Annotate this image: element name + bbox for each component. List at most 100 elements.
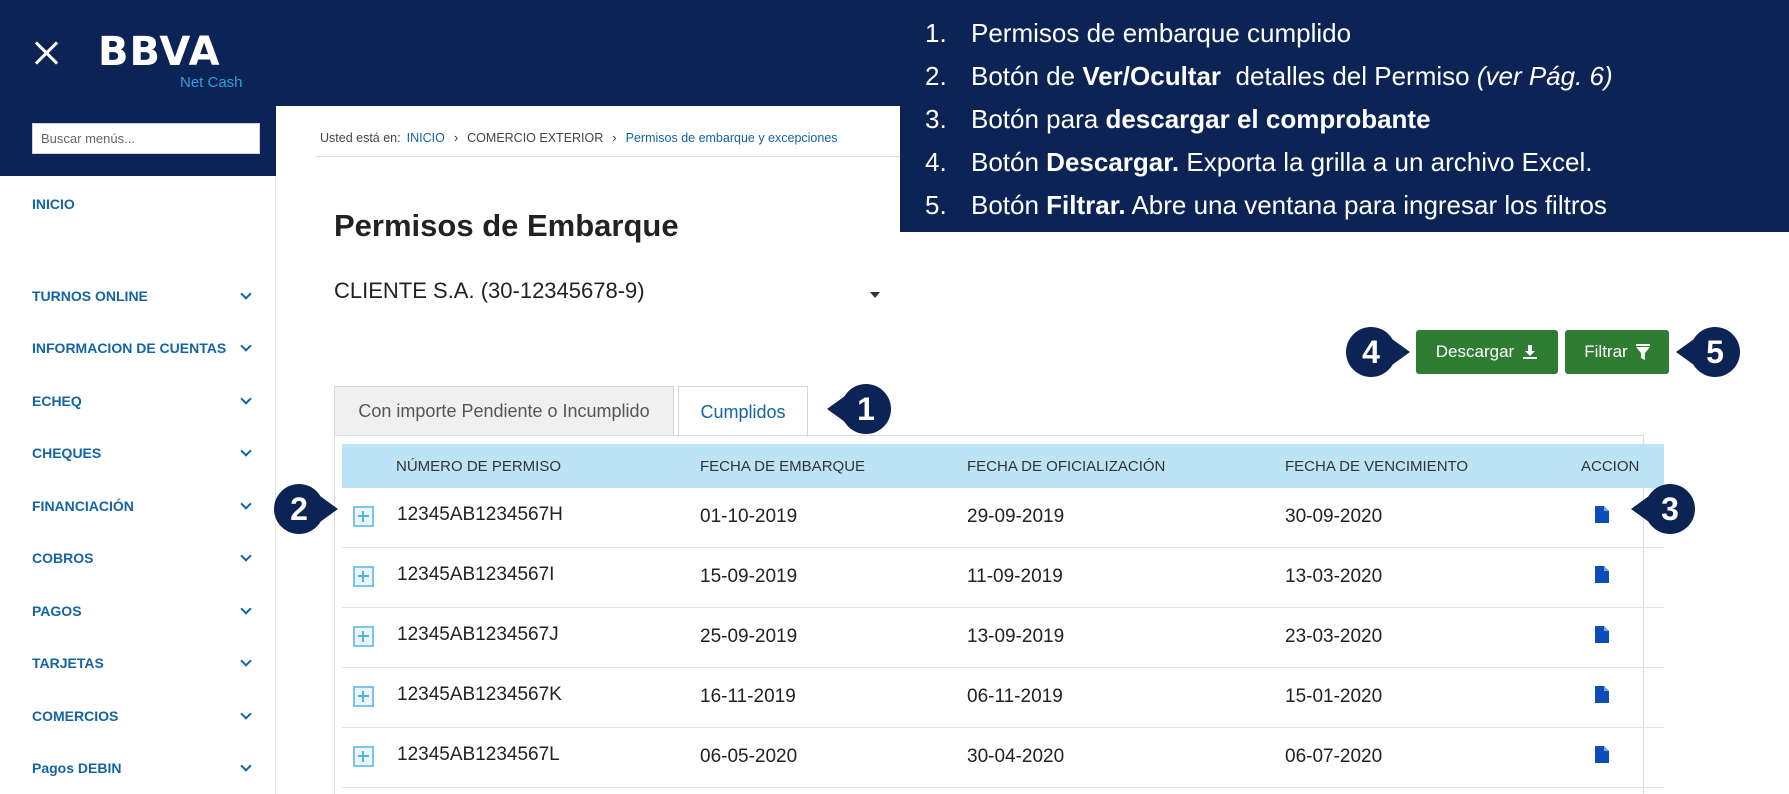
sidebar-item-label: ECHEQ	[32, 393, 82, 409]
shipment-date: 25-09-2019	[700, 626, 798, 647]
expand-icon[interactable]	[353, 566, 374, 587]
sidebar-item-label: TURNOS ONLINE	[32, 288, 148, 304]
sidebar-item-label: PAGOS	[32, 603, 82, 619]
column-header-expiry-date: FECHA DE VENCIMIENTO	[1285, 458, 1469, 475]
table-row: 12345AB1234567I 15-09-2019 11-09-2019 13…	[342, 548, 1664, 608]
table-row: 12345AB1234567H 01-10-2019 29-09-2019 30…	[342, 488, 1664, 548]
document-download-icon[interactable]	[1595, 746, 1609, 763]
legend-bold-text: Descargar.	[1046, 147, 1180, 177]
expand-icon[interactable]	[353, 626, 374, 647]
legend-text: Botón	[971, 147, 1047, 177]
legend-item: 5. Botón Filtrar. Abre una ventana para i…	[925, 190, 1607, 221]
legend-number: 2.	[925, 61, 947, 91]
callout-5: 5	[1676, 327, 1740, 377]
document-download-icon[interactable]	[1595, 566, 1609, 583]
shipment-date: 16-11-2019	[700, 686, 796, 707]
official-date: 29-09-2019	[967, 506, 1065, 527]
sidebar-item-pagos[interactable]: PAGOS	[32, 599, 254, 623]
callout-3: 3	[1631, 484, 1695, 534]
expand-icon[interactable]	[353, 746, 374, 767]
shipment-date: 15-09-2019	[700, 566, 798, 587]
sidebar-item-cobros[interactable]: COBROS	[32, 546, 254, 570]
sidebar-item-echeq[interactable]: ECHEQ	[32, 389, 254, 413]
chevron-down-icon	[240, 340, 252, 352]
sidebar-item-informacion-de-cuentas[interactable]: INFORMACION DE CUENTAS	[32, 336, 254, 360]
expand-icon[interactable]	[353, 506, 374, 527]
sidebar-item-inicio[interactable]: INICIO	[32, 192, 254, 216]
breadcrumb-divider	[316, 156, 900, 157]
brand-logo: BBVA	[98, 29, 221, 75]
permit-number: 12345AB1234567K	[397, 684, 562, 705]
annotation-legend: 1. Permisos de embarque cumplido 2. Botón …	[900, 0, 1789, 232]
chevron-down-icon	[240, 708, 252, 720]
sidebar-item-pagos-debin[interactable]: Pagos DEBIN	[32, 756, 254, 780]
sidebar-item-label: FINANCIACIÓN	[32, 498, 134, 514]
filter-icon	[1635, 344, 1650, 360]
sidebar-item-comercios[interactable]: COMERCIOS	[32, 704, 254, 728]
table-header: NÚMERO DE PERMISO FECHA DE EMBARQUE FECH…	[342, 444, 1664, 488]
legend-bold-text: Ver/Ocultar	[1082, 61, 1222, 91]
table-row: 12345AB1234567J 25-09-2019 13-09-2019 23…	[342, 608, 1664, 668]
chevron-down-icon	[240, 603, 252, 615]
expiry-date: 15-01-2020	[1285, 686, 1383, 707]
sidebar-item-cheques[interactable]: CHEQUES	[32, 441, 254, 465]
filter-button-label: Filtrar	[1584, 342, 1628, 361]
expiry-date: 23-03-2020	[1285, 626, 1383, 647]
sidebar-item-label: TARJETAS	[32, 655, 104, 671]
permit-number: 12345AB1234567L	[397, 744, 560, 765]
breadcrumb-prefix: Usted está en:	[320, 130, 401, 145]
sidebar-item-financiacion[interactable]: FINANCIACIÓN	[32, 494, 254, 518]
filter-button[interactable]: Filtrar	[1565, 330, 1669, 374]
official-date: 06-11-2019	[967, 686, 1063, 707]
legend-item: 1. Permisos de embarque cumplido	[925, 18, 1351, 49]
sidebar-item-turnos-online[interactable]: TURNOS ONLINE	[32, 284, 254, 308]
tab-fulfilled[interactable]: Cumplidos	[678, 386, 808, 437]
page-title: Permisos de Embarque	[334, 208, 679, 243]
document-download-icon[interactable]	[1595, 626, 1609, 643]
permit-number: 12345AB1234567H	[397, 504, 563, 525]
legend-number: 4.	[925, 147, 947, 177]
expand-icon[interactable]	[353, 686, 374, 707]
tab-pending[interactable]: Con importe Pendiente o Incumplido	[334, 386, 674, 436]
sidebar-item-label: COMERCIOS	[32, 708, 119, 724]
close-icon[interactable]	[33, 40, 59, 66]
chevron-down-icon	[240, 393, 252, 405]
sidebar-item-label: COBROS	[32, 550, 94, 566]
breadcrumb-item-comercio-exterior[interactable]: COMERCIO EXTERIOR	[467, 131, 603, 145]
caret-down-icon	[870, 292, 880, 298]
legend-text: Botón	[971, 190, 1047, 220]
legend-text: Abre una ventana para ingresar los filtr…	[1125, 190, 1607, 220]
download-button[interactable]: Descargar	[1416, 330, 1558, 374]
search-menu-input[interactable]	[32, 123, 260, 154]
legend-text: Botón para	[971, 104, 1106, 134]
column-header-action: ACCION	[1581, 458, 1640, 475]
table-row: 12345AB1234567K 16-11-2019 06-11-2019 15…	[342, 668, 1664, 728]
breadcrumb: Usted está en: INICIO › COMERCIO EXTERIO…	[320, 130, 838, 145]
legend-italic-text: (ver Pág. 6)	[1476, 61, 1613, 91]
shipment-date: 06-05-2020	[700, 746, 798, 767]
breadcrumb-link-permisos[interactable]: Permisos de embarque y excepciones	[626, 131, 838, 145]
product-name: Net Cash	[180, 74, 243, 91]
callout-1: 1	[827, 384, 891, 434]
sidebar-item-label: INFORMACION DE CUENTAS	[32, 340, 227, 356]
sidebar: INICIO TURNOS ONLINE INFORMACION DE CUEN…	[0, 106, 276, 794]
shipment-date: 01-10-2019	[700, 506, 798, 527]
column-header-shipment-date: FECHA DE EMBARQUE	[700, 458, 866, 475]
sidebar-item-label: CHEQUES	[32, 445, 102, 461]
official-date: 11-09-2019	[967, 566, 1063, 587]
document-download-icon[interactable]	[1595, 506, 1609, 523]
sidebar-item-label: INICIO	[32, 196, 75, 212]
callout-4: 4	[1346, 327, 1410, 377]
expiry-date: 30-09-2020	[1285, 506, 1383, 527]
chevron-down-icon	[240, 498, 252, 510]
legend-bold-text: descargar el comprobante	[1105, 104, 1431, 134]
client-select-value: CLIENTE S.A. (30-12345678-9)	[334, 278, 645, 303]
sidebar-item-tarjetas[interactable]: TARJETAS	[32, 651, 254, 675]
legend-text: Exporta la grilla a un archivo Excel.	[1179, 147, 1593, 177]
breadcrumb-link-inicio[interactable]: INICIO	[407, 131, 445, 145]
breadcrumb-separator-icon: ›	[612, 130, 617, 145]
download-button-label: Descargar	[1435, 342, 1515, 361]
client-select[interactable]: CLIENTE S.A. (30-12345678-9)	[334, 278, 884, 308]
document-download-icon[interactable]	[1595, 686, 1609, 703]
breadcrumb-separator-icon: ›	[453, 130, 459, 145]
